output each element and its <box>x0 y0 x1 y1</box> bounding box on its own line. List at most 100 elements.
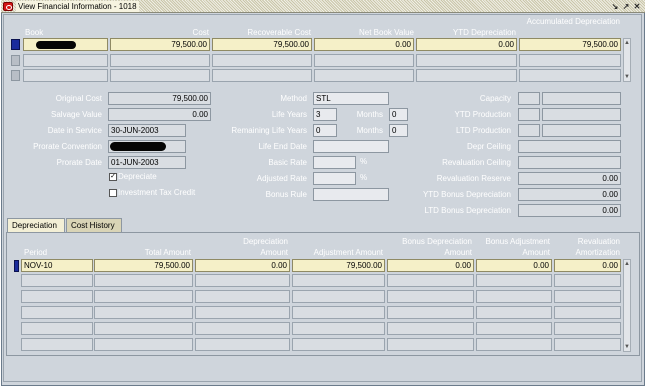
bonus-rule-field[interactable] <box>313 188 389 201</box>
table-cell[interactable] <box>387 338 474 351</box>
table-cell[interactable] <box>195 306 290 319</box>
table-cell[interactable] <box>292 306 385 319</box>
capacity-field[interactable] <box>542 92 621 105</box>
date-in-service-field[interactable]: 30-JUN-2003 <box>108 124 186 137</box>
close-icon[interactable]: ✕ <box>632 2 642 11</box>
depreciation-scrollbar[interactable]: ▲ ▼ <box>623 259 631 352</box>
row-indicator[interactable] <box>11 70 20 81</box>
adjusted-rate-field[interactable] <box>313 172 356 185</box>
table-cell[interactable] <box>292 322 385 335</box>
row-indicator-active[interactable] <box>14 260 19 272</box>
table-cell[interactable] <box>519 54 621 67</box>
book-cell[interactable] <box>23 38 108 51</box>
bonus-depreciation-amount-cell[interactable]: 0.00 <box>387 259 474 272</box>
capacity-uom-field[interactable] <box>518 92 540 105</box>
table-cell[interactable] <box>21 322 93 335</box>
accumulated-depreciation-cell[interactable]: 79,500.00 <box>519 38 621 51</box>
row-indicator[interactable] <box>11 55 20 66</box>
table-cell[interactable] <box>387 274 474 287</box>
table-cell[interactable] <box>416 54 517 67</box>
depreciate-checkbox[interactable]: ✓ <box>109 173 117 181</box>
scroll-up-icon[interactable]: ▲ <box>624 40 630 46</box>
table-cell[interactable] <box>94 322 193 335</box>
table-cell[interactable] <box>476 306 552 319</box>
table-cell[interactable] <box>94 274 193 287</box>
table-cell[interactable] <box>292 274 385 287</box>
table-cell[interactable] <box>110 69 210 82</box>
remaining-months-field[interactable]: 0 <box>389 124 408 137</box>
ytd-production-field[interactable] <box>542 108 621 121</box>
table-cell[interactable] <box>476 338 552 351</box>
life-end-date-field[interactable] <box>313 140 389 153</box>
total-amount-cell[interactable]: 79,500.00 <box>94 259 193 272</box>
table-cell[interactable] <box>195 338 290 351</box>
ltd-production-uom-field[interactable] <box>518 124 540 137</box>
table-cell[interactable] <box>476 290 552 303</box>
table-cell[interactable] <box>195 290 290 303</box>
table-cell[interactable] <box>554 274 621 287</box>
salvage-value-field[interactable]: 0.00 <box>108 108 211 121</box>
adjustment-amount-cell[interactable]: 79,500.00 <box>292 259 385 272</box>
ytd-production-uom-field[interactable] <box>518 108 540 121</box>
investment-tax-credit-checkbox[interactable] <box>109 189 117 197</box>
net-book-value-cell[interactable]: 0.00 <box>314 38 414 51</box>
cost-cell[interactable]: 79,500.00 <box>110 38 210 51</box>
table-cell[interactable] <box>110 54 210 67</box>
table-cell[interactable] <box>554 290 621 303</box>
table-cell[interactable] <box>292 290 385 303</box>
table-cell[interactable] <box>387 322 474 335</box>
life-months-field[interactable]: 0 <box>389 108 408 121</box>
revaluation-ceiling-field[interactable] <box>518 156 621 169</box>
method-field[interactable]: STL <box>313 92 389 105</box>
scroll-down-icon[interactable]: ▼ <box>624 344 630 350</box>
table-cell[interactable] <box>23 69 108 82</box>
scroll-up-icon[interactable]: ▲ <box>624 261 630 267</box>
ytd-bonus-depreciation-field[interactable]: 0.00 <box>518 188 621 201</box>
table-cell[interactable] <box>314 69 414 82</box>
table-cell[interactable] <box>21 306 93 319</box>
table-cell[interactable] <box>94 290 193 303</box>
table-cell[interactable] <box>554 338 621 351</box>
ltd-bonus-depreciation-field[interactable]: 0.00 <box>518 204 621 217</box>
recoverable-cost-cell[interactable]: 79,500.00 <box>212 38 312 51</box>
table-cell[interactable] <box>314 54 414 67</box>
basic-rate-field[interactable] <box>313 156 356 169</box>
table-cell[interactable] <box>476 322 552 335</box>
books-scrollbar[interactable]: ▲ ▼ <box>623 38 631 82</box>
row-indicator-active[interactable] <box>11 39 20 50</box>
table-cell[interactable] <box>195 322 290 335</box>
table-cell[interactable] <box>94 338 193 351</box>
table-cell[interactable] <box>212 54 312 67</box>
maximize-icon[interactable]: ↗ <box>621 2 631 11</box>
table-cell[interactable] <box>476 274 552 287</box>
minimize-icon[interactable]: ↘ <box>610 2 620 11</box>
ytd-depreciation-cell[interactable]: 0.00 <box>416 38 517 51</box>
table-cell[interactable] <box>21 274 93 287</box>
depreciation-amount-cell[interactable]: 0.00 <box>195 259 290 272</box>
table-cell[interactable] <box>416 69 517 82</box>
table-cell[interactable] <box>21 338 93 351</box>
revaluation-amortization-cell[interactable]: 0.00 <box>554 259 621 272</box>
table-cell[interactable] <box>195 274 290 287</box>
prorate-date-field[interactable]: 01-JUN-2003 <box>108 156 186 169</box>
remaining-life-years-field[interactable]: 0 <box>313 124 337 137</box>
table-cell[interactable] <box>212 69 312 82</box>
revaluation-reserve-field[interactable]: 0.00 <box>518 172 621 185</box>
scroll-down-icon[interactable]: ▼ <box>624 74 630 80</box>
ltd-production-field[interactable] <box>542 124 621 137</box>
table-cell[interactable] <box>519 69 621 82</box>
table-cell[interactable] <box>387 306 474 319</box>
original-cost-field[interactable]: 79,500.00 <box>108 92 211 105</box>
table-cell[interactable] <box>23 54 108 67</box>
depr-ceiling-field[interactable] <box>518 140 621 153</box>
period-cell[interactable]: NOV-10 <box>21 259 93 272</box>
life-years-field[interactable]: 3 <box>313 108 337 121</box>
table-cell[interactable] <box>554 306 621 319</box>
tab-cost-history[interactable]: Cost History <box>66 218 122 232</box>
table-cell[interactable] <box>94 306 193 319</box>
tab-depreciation[interactable]: Depreciation <box>7 218 65 232</box>
table-cell[interactable] <box>554 322 621 335</box>
table-cell[interactable] <box>21 290 93 303</box>
bonus-adjustment-amount-cell[interactable]: 0.00 <box>476 259 552 272</box>
table-cell[interactable] <box>292 338 385 351</box>
